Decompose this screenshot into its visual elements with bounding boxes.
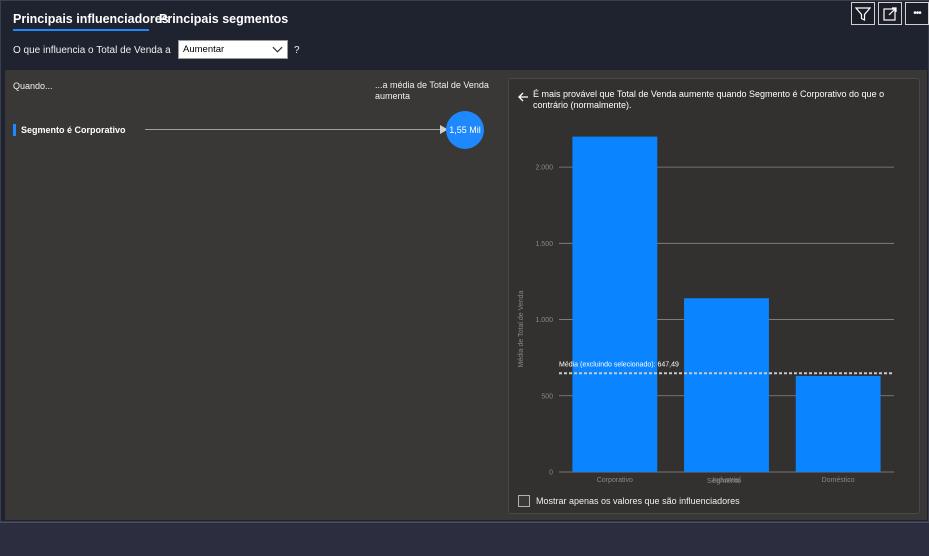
influencer-label[interactable]: Segmento é Corporativo [21, 125, 126, 135]
more-options-icon: ••• [913, 8, 921, 19]
bar-doméstico [795, 375, 881, 472]
back-arrow-icon[interactable] [517, 91, 529, 103]
x-tick-label: Doméstico [822, 477, 855, 484]
filter-icon [855, 6, 871, 21]
active-tab-indicator [13, 29, 149, 31]
help-icon[interactable]: ? [294, 45, 300, 56]
direction-dropdown[interactable]: Aumentar [178, 40, 288, 59]
visual-frame: ••• Principais influenciadores Principai… [0, 0, 929, 522]
focus-mode-button[interactable] [878, 2, 902, 25]
x-axis-title: Segmento [707, 476, 741, 485]
tab-principais-influenciadores[interactable]: Principais influenciadores [13, 12, 169, 26]
bottom-strip [0, 522, 929, 556]
x-tick-label: Corporativo [597, 477, 633, 484]
focus-mode-icon [883, 6, 897, 21]
influencers-panel: Quando... ...a média de Total de Venda a… [5, 70, 927, 520]
avg-column-header: ...a média de Total de Venda aumenta [375, 80, 489, 101]
y-tick-label: 500 [541, 393, 553, 400]
segment-bar-chart: 0 500 1.000 1.500 2.000 Corporativo Industria… [518, 136, 894, 485]
more-options-button[interactable]: ••• [905, 2, 929, 25]
y-tick-label: 2.000 [535, 165, 553, 172]
detail-description: É mais provável que Total de Venda aumen… [533, 89, 885, 110]
y-tick-label: 1.500 [535, 241, 553, 248]
reference-line-label: Média (excluindo selecionado): 647,49 [559, 361, 679, 368]
tab-principais-segmentos[interactable]: Principais segmentos [159, 12, 288, 26]
bar-layer: Corporativo Industrial Doméstico [572, 136, 881, 484]
bar-industrial [684, 298, 769, 472]
chevron-down-icon [272, 46, 283, 53]
bar-corporativo [572, 136, 658, 472]
question-text: O que influencia o Total de Venda a [13, 45, 171, 56]
when-column-header: Quando... [13, 81, 53, 91]
filter-button[interactable] [851, 2, 875, 25]
influencer-value-bubble[interactable]: 1,55 Mil [446, 111, 484, 149]
y-axis-title: Média de Total de Venda [518, 290, 525, 367]
influencer-connector-line [145, 129, 445, 130]
y-tick-label: 0 [549, 470, 553, 477]
influencer-value: 1,55 Mil [449, 125, 481, 135]
checkbox-label: Mostrar apenas os valores que são influe… [536, 496, 740, 506]
dropdown-value: Aumentar [183, 44, 225, 55]
y-tick-label: 1.000 [535, 317, 553, 324]
selected-indicator [13, 124, 16, 136]
influencers-only-checkbox[interactable] [518, 495, 530, 507]
detail-card: É mais provável que Total de Venda aumen… [508, 78, 920, 514]
